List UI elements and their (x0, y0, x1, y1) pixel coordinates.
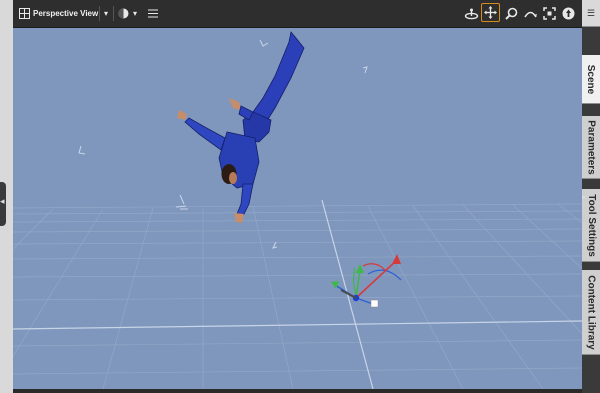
tab-tool-settings-label: Tool Settings (585, 193, 597, 257)
tab-content-library[interactable]: Content Library (582, 270, 600, 355)
left-panel-collapse-handle[interactable]: ◂ (0, 182, 6, 226)
viewport-title-label: Perspective View (33, 9, 99, 18)
blue-suited-figure[interactable] (177, 31, 305, 223)
shading-sphere-icon[interactable] (117, 0, 129, 27)
3d-viewport[interactable] (13, 28, 582, 389)
panel-menu-icon[interactable]: ☰ (582, 0, 600, 27)
tab-scene-label: Scene (585, 64, 597, 94)
frame-tool-icon[interactable] (540, 0, 559, 27)
universal-tool-icon[interactable] (462, 0, 481, 27)
transform-gizmo[interactable] (331, 254, 402, 308)
floor-grid (13, 203, 582, 389)
move-tool-icon[interactable] (481, 3, 500, 22)
tab-content-library-label: Content Library (585, 274, 597, 350)
left-side-panel: ◂ (0, 0, 14, 393)
view-dropdown-button[interactable]: ▾ (101, 0, 111, 27)
viewport-layout-icon[interactable] (17, 0, 31, 27)
viewport-toolbar: Perspective View ▾ ▾ (13, 0, 586, 28)
shading-dropdown-button[interactable]: ▾ (130, 0, 140, 27)
viewport-scene (13, 31, 582, 389)
rotate-tool-icon[interactable] (521, 0, 540, 27)
tab-parameters-label: Parameters (585, 119, 597, 175)
tab-scene[interactable]: Scene (582, 55, 600, 104)
grid-main-axes (13, 199, 582, 389)
viewport-title[interactable]: Perspective View (33, 0, 98, 27)
tab-parameters[interactable]: Parameters (582, 116, 600, 179)
viewport-bottom-edge (13, 389, 586, 393)
zoom-tool-icon[interactable] (502, 0, 521, 27)
aim-tool-icon[interactable] (559, 0, 578, 27)
right-panel-collapse-arrow-icon[interactable]: ▸ (582, 193, 586, 201)
collapse-arrow-icon: ◂ (0, 196, 5, 206)
pane-options-icon[interactable] (147, 0, 159, 27)
